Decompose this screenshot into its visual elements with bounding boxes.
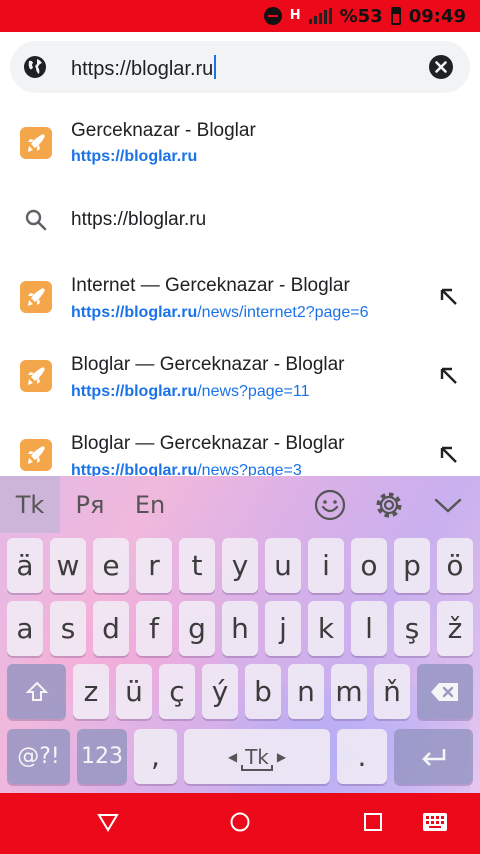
key[interactable]: y xyxy=(222,538,258,593)
keyboard: Tk Ря En ä w e r t y u i o p ö a s d f g… xyxy=(0,476,480,793)
search-icon xyxy=(25,209,47,231)
lang-en[interactable]: En xyxy=(120,476,180,533)
key[interactable]: ž xyxy=(437,601,473,656)
lang-tk[interactable]: Tk xyxy=(0,476,60,533)
battery-percent: %53 xyxy=(339,5,383,27)
rocket-icon xyxy=(20,439,52,471)
key[interactable]: l xyxy=(351,601,387,656)
rocket-icon xyxy=(20,281,52,313)
key[interactable]: o xyxy=(351,538,387,593)
fill-arrow-icon[interactable] xyxy=(438,286,460,308)
key[interactable]: w xyxy=(50,538,86,593)
key[interactable]: ý xyxy=(202,664,238,719)
space-key[interactable]: ◀ Tk ▶ xyxy=(184,729,330,784)
key[interactable]: k xyxy=(308,601,344,656)
key[interactable]: h xyxy=(222,601,258,656)
chevron-left-icon: ◀ xyxy=(227,749,238,764)
shift-icon xyxy=(25,681,48,701)
key[interactable]: m xyxy=(331,664,367,719)
omnibox[interactable]: https://bloglar.ru xyxy=(10,41,470,93)
rocket-icon xyxy=(20,127,52,159)
battery-icon xyxy=(390,7,401,25)
back-icon[interactable] xyxy=(97,811,119,833)
key[interactable]: s xyxy=(50,601,86,656)
chevron-right-icon: ▶ xyxy=(276,749,287,764)
lang-ru[interactable]: Ря xyxy=(60,476,120,533)
key[interactable]: i xyxy=(308,538,344,593)
clear-input-icon[interactable] xyxy=(429,55,453,79)
signal-icon xyxy=(308,8,332,24)
backspace-key[interactable] xyxy=(417,664,473,719)
key[interactable]: u xyxy=(265,538,301,593)
key[interactable]: b xyxy=(245,664,281,719)
suggestion-item[interactable]: Gerceknazar - Bloglar https://bloglar.ru xyxy=(0,108,480,180)
suggestion-item[interactable]: Internet — Gerceknazar - Bloglar https:/… xyxy=(0,264,480,336)
enter-icon xyxy=(421,748,445,766)
text-cursor xyxy=(214,55,217,79)
key[interactable]: t xyxy=(179,538,215,593)
globe-icon xyxy=(24,56,46,78)
fill-arrow-icon[interactable] xyxy=(438,444,460,466)
key[interactable]: n xyxy=(288,664,324,719)
key[interactable]: z xyxy=(73,664,109,719)
key[interactable]: ç xyxy=(159,664,195,719)
do-not-disturb-icon xyxy=(263,7,282,25)
suggestion-url: https://bloglar.ru/news/internet2?page=6 xyxy=(71,304,369,321)
chevron-down-icon[interactable] xyxy=(432,489,464,521)
key[interactable]: r xyxy=(136,538,172,593)
clock: 09:49 xyxy=(408,5,466,27)
key[interactable]: a xyxy=(7,601,43,656)
keyboard-switch-icon[interactable] xyxy=(422,811,448,833)
status-bar: H %53 09:49 xyxy=(0,0,480,32)
suggestion-item[interactable]: https://bloglar.ru xyxy=(0,188,480,252)
suggestion-title: Internet — Gerceknazar - Bloglar xyxy=(71,275,350,296)
enter-key[interactable] xyxy=(394,729,473,784)
key[interactable]: g xyxy=(179,601,215,656)
key[interactable]: ş xyxy=(394,601,430,656)
rocket-icon xyxy=(20,360,52,392)
suggestion-title: Bloglar — Gerceknazar - Bloglar xyxy=(71,354,345,375)
network-type: H xyxy=(289,7,301,23)
suggestion-title: Bloglar — Gerceknazar - Bloglar xyxy=(71,433,345,454)
suggestion-title: https://bloglar.ru xyxy=(71,209,207,230)
url-input[interactable]: https://bloglar.ru xyxy=(71,55,217,81)
home-icon[interactable] xyxy=(229,811,251,833)
keyboard-toolbar: Tk Ря En xyxy=(0,476,480,533)
recents-icon[interactable] xyxy=(362,811,384,833)
period-key[interactable]: . xyxy=(337,729,387,784)
key[interactable]: ü xyxy=(116,664,152,719)
symbols-key[interactable]: @?! xyxy=(7,729,70,784)
gear-icon[interactable] xyxy=(373,489,405,521)
comma-key[interactable]: , xyxy=(134,729,177,784)
key[interactable]: ö xyxy=(437,538,473,593)
suggestion-url: https://bloglar.ru xyxy=(71,148,198,165)
suggestion-item[interactable]: Bloglar — Gerceknazar - Bloglar https://… xyxy=(0,343,480,415)
key[interactable]: ä xyxy=(7,538,43,593)
shift-key[interactable] xyxy=(7,664,66,719)
space-underline xyxy=(241,765,273,771)
key[interactable]: j xyxy=(265,601,301,656)
suggestion-url: https://bloglar.ru/news?page=11 xyxy=(71,383,310,400)
numbers-key[interactable]: 123 xyxy=(77,729,127,784)
key[interactable]: d xyxy=(93,601,129,656)
emoji-icon[interactable] xyxy=(314,489,346,521)
key[interactable]: e xyxy=(93,538,129,593)
navigation-bar xyxy=(0,793,480,854)
backspace-icon xyxy=(431,682,458,701)
key[interactable]: p xyxy=(394,538,430,593)
key[interactable]: f xyxy=(136,601,172,656)
suggestion-title: Gerceknazar - Bloglar xyxy=(71,120,256,141)
fill-arrow-icon[interactable] xyxy=(438,365,460,387)
key[interactable]: ň xyxy=(374,664,410,719)
